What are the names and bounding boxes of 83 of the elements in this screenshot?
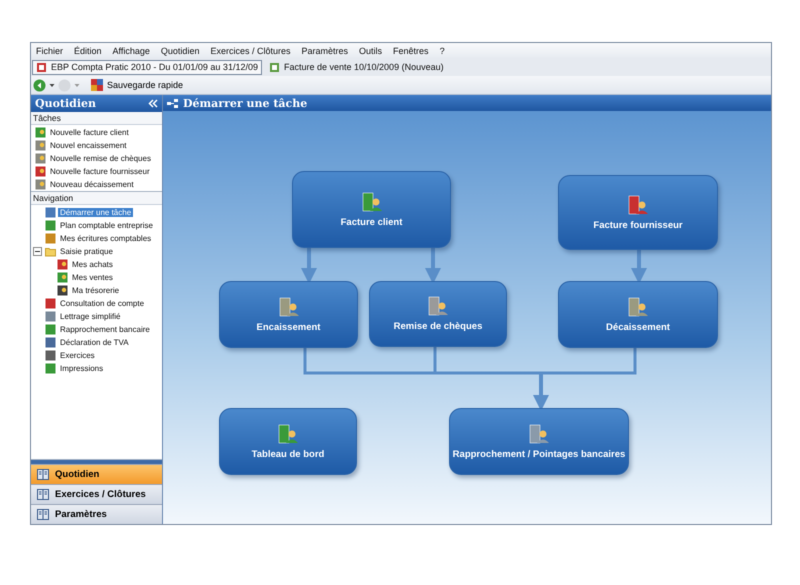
task-link[interactable]: Nouvel encaissement	[48, 141, 128, 150]
task-link[interactable]: Nouvelle remise de chèques	[48, 154, 153, 163]
menu-item[interactable]: Édition	[74, 46, 102, 56]
book-icon	[37, 489, 49, 500]
navigation-item[interactable]: Mes écritures comptables	[58, 234, 154, 243]
task-link[interactable]: Nouvelle facture client	[48, 128, 131, 137]
collapse-toggle-icon[interactable]	[33, 247, 42, 256]
menu-item[interactable]: Fichier	[36, 46, 64, 56]
book-icon	[37, 509, 49, 520]
navigation-item[interactable]: Mes ventes	[70, 273, 115, 282]
navigation-item[interactable]: Démarrer une tâche	[58, 208, 134, 217]
document-icon	[35, 179, 46, 190]
document-icon	[45, 298, 56, 309]
flowchart-icon	[167, 98, 179, 108]
section-button[interactable]: Paramètres	[31, 504, 162, 524]
task-button[interactable]: Décaissement	[558, 281, 718, 348]
document-icon	[57, 259, 68, 270]
menu-item[interactable]: Paramètres	[301, 46, 348, 56]
folder-icon	[45, 246, 56, 257]
binder-person-icon	[278, 424, 298, 444]
binder-person-icon	[628, 194, 648, 214]
navigation-item[interactable]: Rapprochement bancaire	[58, 325, 152, 334]
navigation-item[interactable]: Exercices	[58, 351, 97, 360]
document-icon	[57, 285, 68, 296]
document-icon	[45, 350, 56, 361]
navigation-item[interactable]: Saisie pratique	[58, 247, 115, 256]
group-heading: Tâches	[31, 112, 162, 125]
document-icon	[45, 207, 56, 218]
group-heading: Navigation	[31, 192, 162, 205]
navigation-item[interactable]: Consultation de compte	[58, 299, 146, 308]
task-link[interactable]: Nouveau décaissement	[48, 180, 136, 189]
arrow	[631, 250, 647, 284]
menu-item[interactable]: Quotidien	[160, 46, 200, 56]
book-icon	[37, 469, 49, 480]
navigation-item[interactable]: Lettrage simplifié	[58, 312, 122, 321]
page-title: Démarrer une tâche	[183, 96, 308, 110]
menu-item[interactable]: Exercices / Clôtures	[210, 46, 290, 56]
binder-person-icon	[529, 424, 549, 444]
menu-item[interactable]: Affichage	[112, 46, 150, 56]
document-tab[interactable]: Facture de vente 10/10/2009 (Nouveau)	[264, 60, 448, 74]
document-icon	[35, 140, 46, 151]
collapse-icon[interactable]	[148, 99, 158, 108]
document-icon	[45, 233, 56, 244]
menu-item[interactable]: Outils	[359, 46, 382, 56]
navigation-item[interactable]: Déclaration de TVA	[58, 338, 131, 347]
arrow	[425, 248, 441, 284]
document-icon	[45, 220, 56, 231]
document-icon	[35, 127, 46, 138]
task-button[interactable]: Rapprochement / Pointages bancaires	[449, 408, 629, 475]
binder-person-icon	[628, 296, 648, 316]
binder-person-icon	[362, 192, 382, 212]
menu-item[interactable]: Fenêtres	[393, 46, 429, 56]
task-button[interactable]: Facture fournisseur	[558, 175, 718, 250]
navigation-item[interactable]: Impressions	[58, 364, 106, 373]
binder-person-icon	[428, 296, 448, 316]
task-button[interactable]: Remise de chèques	[369, 281, 507, 347]
document-icon	[45, 337, 56, 348]
save-button[interactable]: Sauvegarde rapide	[89, 79, 186, 91]
navigation-item[interactable]: Plan comptable entreprise	[58, 221, 155, 230]
arrow	[533, 373, 549, 411]
document-icon	[36, 62, 48, 72]
menu-item[interactable]: ?	[440, 46, 445, 56]
document-icon	[268, 62, 281, 72]
document-icon	[45, 324, 56, 335]
task-link[interactable]: Nouvelle facture fournisseur	[48, 167, 152, 176]
back-icon[interactable]	[33, 78, 46, 92]
task-button[interactable]: Tableau de bord	[219, 408, 357, 475]
document-icon	[35, 153, 46, 164]
arrow	[301, 248, 317, 284]
navigation-item[interactable]: Ma trésorerie	[70, 286, 122, 295]
task-button[interactable]: Encaissement	[219, 281, 358, 348]
document-icon	[35, 166, 46, 177]
task-button[interactable]: Facture client	[292, 171, 451, 248]
section-button[interactable]: Quotidien	[31, 464, 162, 484]
document-tab[interactable]: EBP Compta Pratic 2010 - Du 01/01/09 au 31/12/09	[32, 60, 262, 74]
section-button[interactable]: Exercices / Clôtures	[31, 484, 162, 504]
document-icon	[57, 272, 68, 283]
document-icon	[45, 311, 56, 322]
disk-icon	[91, 79, 103, 91]
navigation-item[interactable]: Mes achats	[70, 260, 115, 269]
binder-person-icon	[278, 296, 298, 316]
panel-title: Quotidien	[35, 97, 96, 110]
document-icon	[45, 363, 56, 374]
